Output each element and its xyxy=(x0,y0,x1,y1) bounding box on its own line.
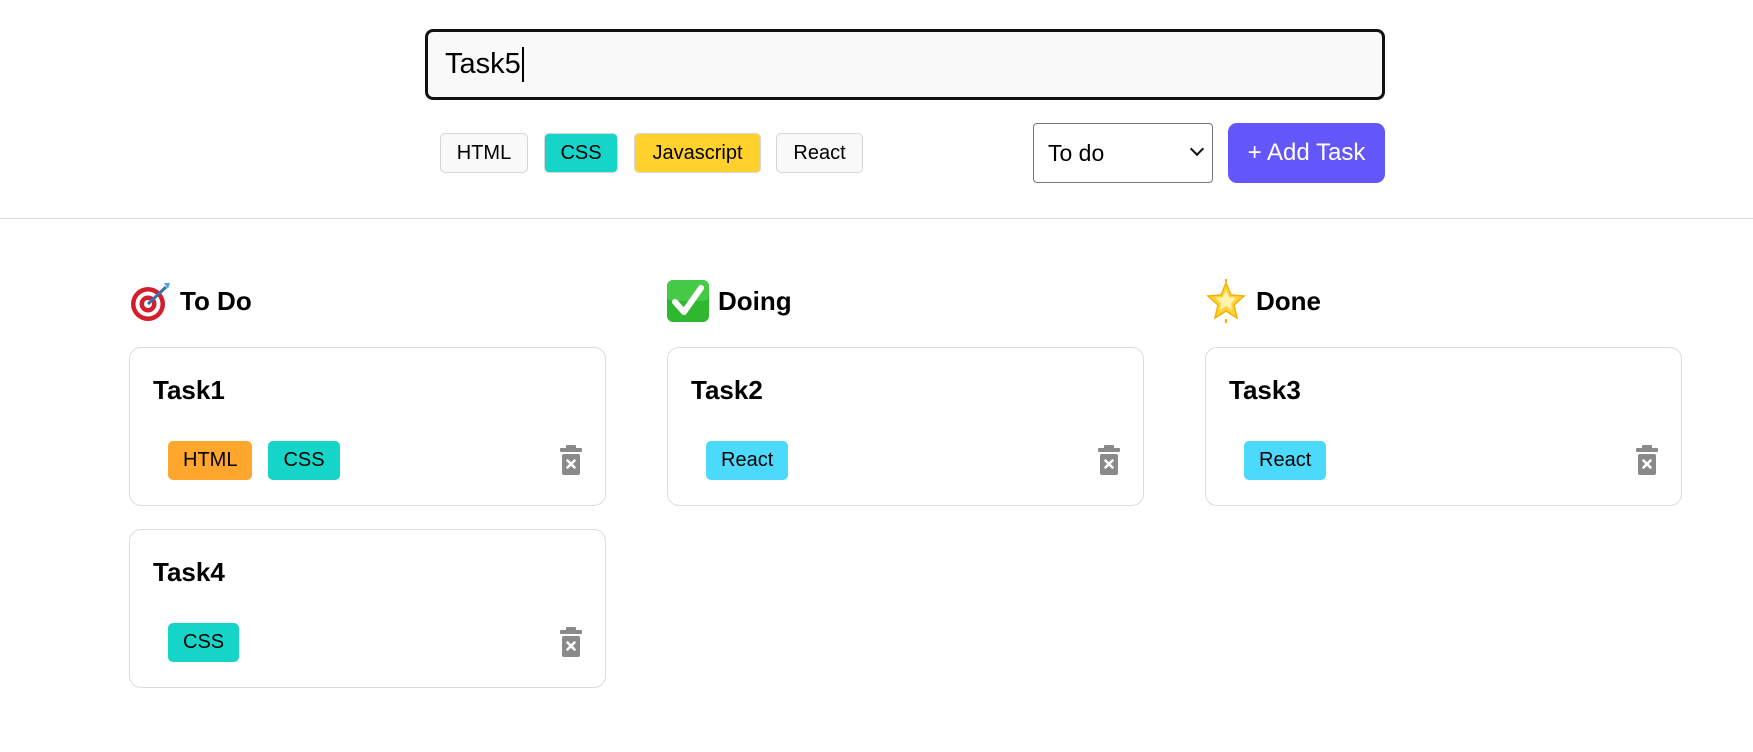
task-title: Task3 xyxy=(1229,375,1301,405)
column-done: Done Task3 React xyxy=(1204,278,1682,506)
delete-trash-icon[interactable] xyxy=(1097,444,1121,476)
task-input[interactable] xyxy=(425,29,1385,100)
task-tags: React xyxy=(706,441,789,480)
status-select-value: To do xyxy=(1048,139,1105,166)
check-mark-button-icon xyxy=(666,279,710,323)
task-card: Task4 CSS xyxy=(129,529,606,688)
task-form-header: HTML CSS Javascript React To do + Add Ta… xyxy=(0,0,1753,219)
status-select[interactable]: To do xyxy=(1033,123,1213,183)
tag-chip: React xyxy=(706,441,789,480)
glowing-star-icon xyxy=(1204,279,1248,323)
delete-trash-icon[interactable] xyxy=(1635,444,1659,476)
column-header: To Do xyxy=(128,278,606,324)
column-title: Doing xyxy=(718,285,792,316)
tag-chip: CSS xyxy=(168,623,240,662)
task-tags: React xyxy=(1244,441,1327,480)
text-caret xyxy=(522,47,524,82)
task-tags: HTML CSS xyxy=(168,441,340,480)
tag-button-react[interactable]: React xyxy=(776,133,863,173)
column-header: Done xyxy=(1204,278,1682,324)
delete-trash-icon[interactable] xyxy=(559,444,583,476)
column-header: Doing xyxy=(666,278,1144,324)
tag-chip: CSS xyxy=(268,441,340,480)
add-task-button[interactable]: + Add Task xyxy=(1228,123,1385,183)
delete-trash-icon[interactable] xyxy=(559,626,583,658)
task-card: Task1 HTML CSS xyxy=(129,347,606,506)
task-title: Task1 xyxy=(153,375,225,405)
tag-chip: React xyxy=(1244,441,1327,480)
task-card: Task2 React xyxy=(667,347,1144,506)
task-card: Task3 React xyxy=(1205,347,1682,506)
tag-chip: HTML xyxy=(168,441,253,480)
dart-target-icon xyxy=(128,279,172,323)
column-title: To Do xyxy=(180,285,252,316)
column-title: Done xyxy=(1256,285,1321,316)
task-title: Task2 xyxy=(691,375,763,405)
column-todo: To Do Task1 HTML CSS Task4 CSS xyxy=(128,278,606,688)
tag-button-html[interactable]: HTML xyxy=(440,133,528,173)
task-tags: CSS xyxy=(168,623,240,662)
column-doing: Doing Task2 React xyxy=(666,278,1144,506)
tag-button-javascript[interactable]: Javascript xyxy=(634,133,761,173)
task-title: Task4 xyxy=(153,557,225,587)
chevron-down-icon xyxy=(1189,141,1205,157)
tag-button-css[interactable]: CSS xyxy=(544,133,618,173)
